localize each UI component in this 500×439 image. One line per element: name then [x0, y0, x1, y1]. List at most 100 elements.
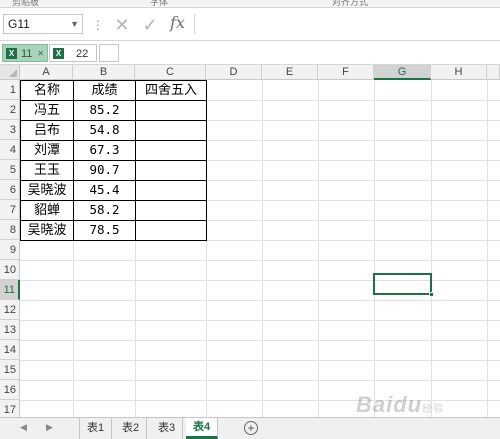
select-all-button[interactable]	[0, 65, 20, 80]
cell-c2[interactable]	[136, 100, 206, 120]
ribbon-group-alignment: 对齐方式	[332, 0, 369, 7]
cell-a5[interactable]: 王玉	[21, 160, 73, 180]
column-header-d[interactable]: D	[206, 65, 262, 80]
column-header-g[interactable]: G	[374, 65, 431, 80]
close-icon[interactable]: ✕	[37, 45, 44, 63]
row-header-1[interactable]: 1	[0, 80, 20, 100]
fill-handle[interactable]	[429, 292, 434, 297]
gridline	[431, 80, 432, 417]
cell-b8[interactable]: 78.5	[74, 220, 135, 240]
cell-a3[interactable]: 吕布	[21, 120, 73, 140]
workbook-tab-11[interactable]: X 11 ✕	[2, 44, 48, 62]
gridline	[262, 80, 263, 417]
column-header-i[interactable]	[487, 65, 500, 80]
workbook-tabs: X 11 ✕ X 22	[0, 41, 500, 65]
gridline	[318, 80, 319, 417]
more-vertical-icon: ⋮	[92, 18, 104, 32]
chevron-down-icon[interactable]: ▼	[70, 15, 79, 33]
row-header-4[interactable]: 4	[0, 140, 20, 160]
watermark-sub: 经验	[422, 404, 445, 415]
cell-c7[interactable]	[136, 200, 206, 220]
sheet-tab-1[interactable]: 表1	[79, 418, 113, 439]
row-header-17[interactable]: 17	[0, 400, 20, 417]
row-header-15[interactable]: 15	[0, 360, 20, 380]
watermark-text: Baidu	[356, 392, 423, 417]
gridline	[20, 260, 500, 261]
cell-a1[interactable]: 名称	[21, 80, 73, 100]
gridline	[20, 340, 500, 341]
scroll-right-icon[interactable]: ▶	[46, 422, 53, 433]
row-header-12[interactable]: 12	[0, 300, 20, 320]
cell-c1[interactable]: 四舍五入	[136, 80, 206, 100]
row-header-16[interactable]: 16	[0, 380, 20, 400]
cell-c5[interactable]	[136, 160, 206, 180]
workbook-tab-label: 11	[21, 48, 33, 60]
gridline	[20, 360, 500, 361]
add-sheet-button[interactable]: +	[244, 421, 258, 435]
gridline	[206, 80, 207, 417]
sheet-tab-4[interactable]: 表4	[186, 418, 219, 439]
ribbon-group-clipboard: 剪贴板	[12, 0, 40, 7]
row-header-10[interactable]: 10	[0, 260, 20, 280]
spreadsheet-grid[interactable]: A B C D E F G H 1 2 3 4 5 6 7 8 9 10 11 …	[0, 65, 500, 417]
function-icon[interactable]: fx	[170, 13, 185, 32]
watermark-logo: Baidu经验	[356, 392, 444, 418]
ribbon-group-font: 字体	[150, 0, 169, 7]
row-header-5[interactable]: 5	[0, 160, 20, 180]
column-header-a[interactable]: A	[20, 65, 73, 80]
cell-a4[interactable]: 刘潭	[21, 140, 73, 160]
cell-a6[interactable]: 吴晓波	[21, 180, 73, 200]
row-header-6[interactable]: 6	[0, 180, 20, 200]
excel-icon: X	[53, 48, 64, 59]
column-header-c[interactable]: C	[135, 65, 206, 80]
close-icon[interactable]: ✕	[112, 14, 132, 36]
ribbon-strip: 剪贴板 字体 对齐方式	[0, 0, 500, 8]
workbook-tab-22[interactable]: X 22	[49, 44, 97, 62]
name-box-value: G11	[8, 17, 30, 31]
cell-b2[interactable]: 85.2	[74, 100, 135, 120]
cell-b7[interactable]: 58.2	[74, 200, 135, 220]
active-cell-g11[interactable]	[373, 273, 434, 297]
cell-c3[interactable]	[136, 120, 206, 140]
gridline	[20, 300, 500, 301]
cell-a2[interactable]: 冯五	[21, 100, 73, 120]
scroll-left-icon[interactable]: ◀	[20, 422, 27, 433]
formula-input[interactable]	[194, 14, 500, 34]
gridline	[20, 380, 500, 381]
column-header-f[interactable]: F	[318, 65, 374, 80]
cell-b4[interactable]: 67.3	[74, 140, 135, 160]
row-header-3[interactable]: 3	[0, 120, 20, 140]
check-icon[interactable]: ✓	[140, 14, 160, 36]
column-header-h[interactable]: H	[431, 65, 487, 80]
row-header-2[interactable]: 2	[0, 100, 20, 120]
column-header-b[interactable]: B	[73, 65, 135, 80]
row-header-11[interactable]: 11	[0, 280, 20, 300]
gridline	[20, 320, 500, 321]
sheet-tab-2[interactable]: 表2	[115, 418, 148, 439]
gridline	[487, 80, 488, 417]
row-header-9[interactable]: 9	[0, 240, 20, 260]
name-box[interactable]: G11 ▼	[3, 14, 83, 34]
row-header-13[interactable]: 13	[0, 320, 20, 340]
row-header-8[interactable]: 8	[0, 220, 20, 240]
cell-c6[interactable]	[136, 180, 206, 200]
column-header-e[interactable]: E	[262, 65, 318, 80]
cell-a8[interactable]: 吴晓波	[21, 220, 73, 240]
formula-bar: G11 ▼ ⋮ ✕ ✓ fx	[0, 8, 500, 41]
cell-a7[interactable]: 貂蝉	[21, 200, 73, 220]
workbook-tab-label: 22	[76, 48, 89, 60]
new-workbook-tab[interactable]	[99, 44, 119, 62]
cell-c8[interactable]	[136, 220, 206, 240]
cell-b6[interactable]: 45.4	[74, 180, 135, 200]
gridline	[374, 80, 375, 417]
sheet-tab-bar: ◀ ▶ 表1 表2 表3 表4 +	[0, 417, 500, 439]
row-header-7[interactable]: 7	[0, 200, 20, 220]
cell-c4[interactable]	[136, 140, 206, 160]
cell-b1[interactable]: 成绩	[74, 80, 135, 100]
cell-b3[interactable]: 54.8	[74, 120, 135, 140]
excel-icon: X	[6, 48, 17, 59]
gridline	[20, 240, 500, 241]
cell-b5[interactable]: 90.7	[74, 160, 135, 180]
row-header-14[interactable]: 14	[0, 340, 20, 360]
sheet-tab-3[interactable]: 表3	[151, 418, 184, 439]
